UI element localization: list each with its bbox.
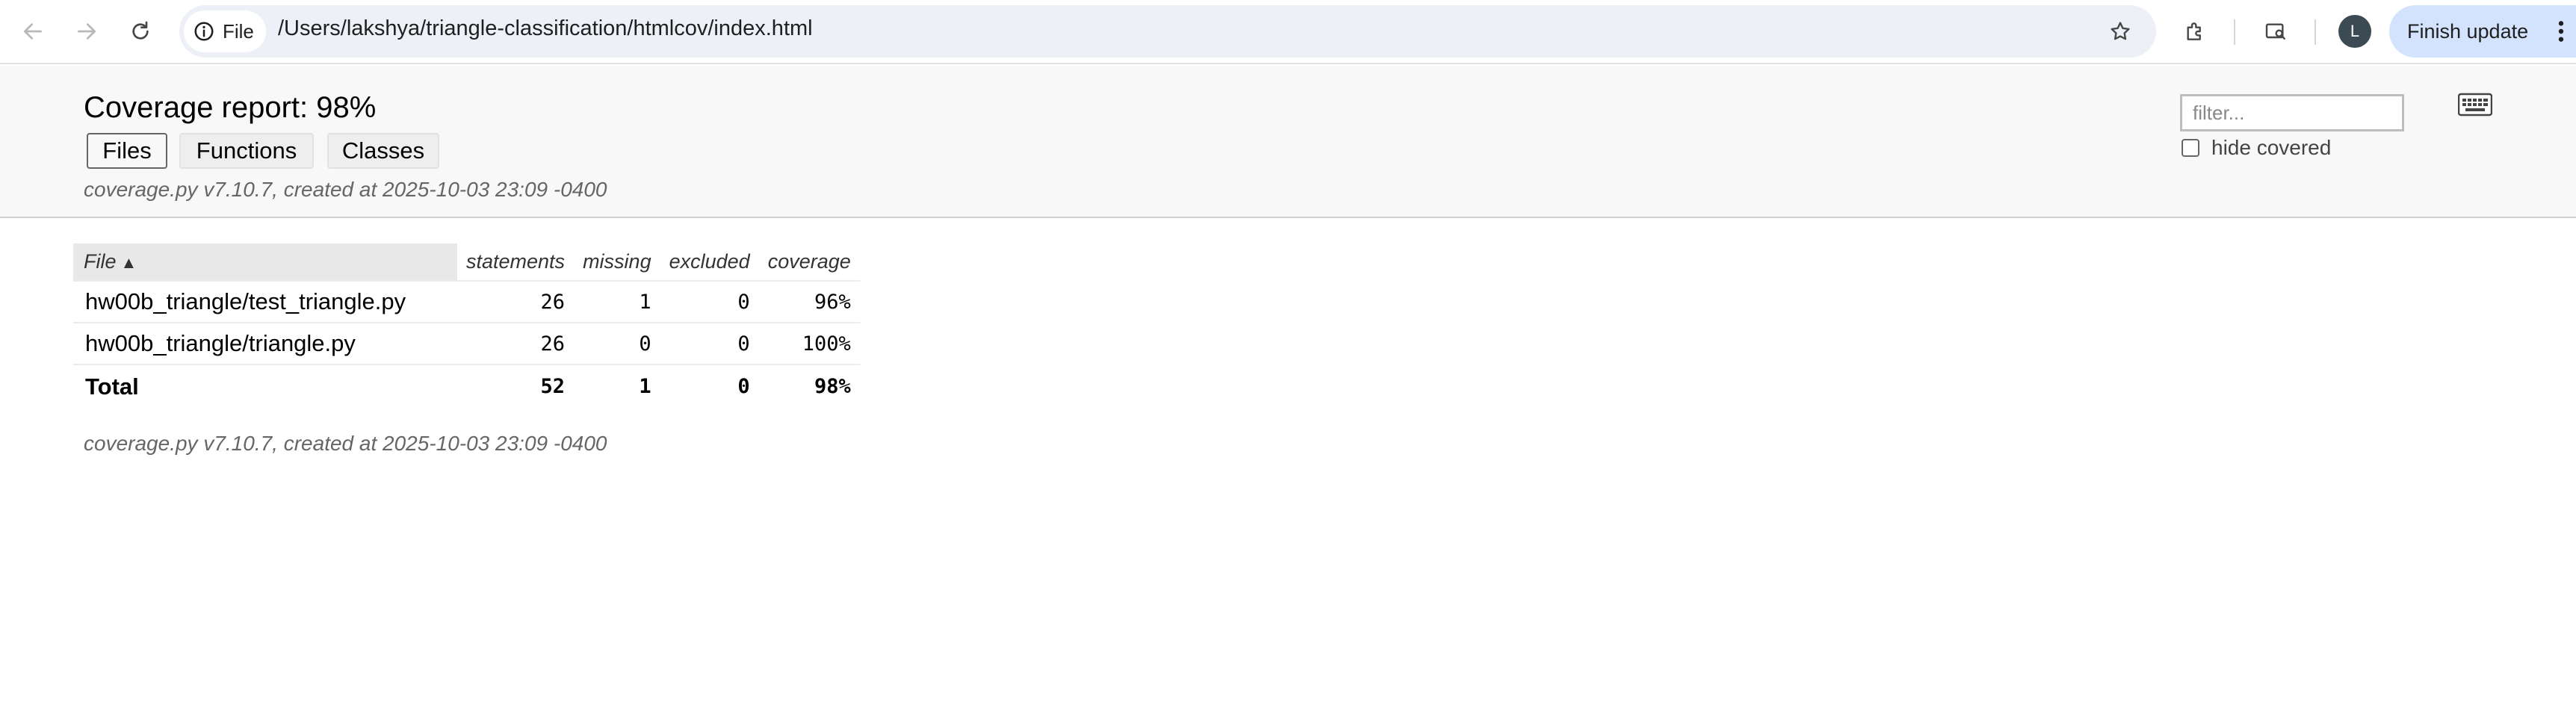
- tab-classes[interactable]: Classes: [327, 133, 439, 169]
- table-row: hw00b_triangle/test_triangle.py 26 1 0 9…: [73, 280, 860, 323]
- total-excluded: 0: [660, 364, 759, 408]
- total-row: Total 52 1 0 98%: [73, 364, 860, 408]
- table-row: hw00b_triangle/triangle.py 26 0 0 100%: [73, 322, 860, 364]
- coverage-table: File ▲ statements missing excluded covera…: [73, 243, 860, 408]
- extensions-button[interactable]: [2176, 12, 2214, 51]
- forward-icon: [78, 23, 96, 40]
- total-coverage: 98%: [758, 364, 860, 408]
- search-tabs-icon: [2265, 23, 2285, 40]
- info-icon: [194, 22, 214, 41]
- more-vert-icon: [2558, 21, 2564, 42]
- hide-covered-label[interactable]: hide covered: [2211, 136, 2331, 160]
- site-info-label: File: [223, 19, 254, 43]
- profile-avatar[interactable]: L: [2338, 15, 2371, 48]
- column-header-statements[interactable]: statements: [457, 243, 574, 281]
- keyboard-icon[interactable]: [2458, 93, 2492, 117]
- tab-functions[interactable]: Functions: [179, 133, 314, 169]
- bookmark-button[interactable]: [2101, 12, 2140, 51]
- page-title: Coverage report: 98%: [84, 91, 377, 124]
- missing-cell: 0: [574, 322, 660, 364]
- file-link[interactable]: hw00b_triangle/triangle.py: [73, 322, 457, 364]
- toolbar-divider: [2234, 19, 2235, 45]
- star-icon: [2111, 22, 2130, 40]
- filter-input[interactable]: [2180, 94, 2404, 131]
- file-link[interactable]: hw00b_triangle/test_triangle.py: [73, 280, 457, 323]
- hide-covered-toggle[interactable]: hide covered: [2182, 136, 2331, 160]
- footer-created-info: coverage.py v7.10.7, created at 2025-10-…: [84, 432, 607, 455]
- column-header-file-label: File: [84, 250, 117, 273]
- extensions-icon: [2187, 22, 2201, 40]
- reload-button[interactable]: [121, 12, 160, 51]
- statements-cell: 26: [457, 322, 575, 364]
- statements-cell: 26: [457, 280, 575, 323]
- column-header-missing[interactable]: missing: [574, 243, 660, 281]
- url-text[interactable]: /Users/lakshya/triangle-classification/h…: [278, 16, 813, 41]
- total-statements: 52: [457, 364, 575, 408]
- column-header-coverage[interactable]: coverage: [759, 243, 860, 281]
- table-header-row: File ▲ statements missing excluded covera…: [73, 243, 860, 281]
- created-info: coverage.py v7.10.7, created at 2025-10-…: [84, 178, 607, 201]
- toolbar-divider: [2315, 19, 2316, 45]
- finish-update-button[interactable]: Finish update: [2389, 5, 2576, 58]
- hide-covered-checkbox[interactable]: [2182, 139, 2199, 157]
- coverage-cell: 96%: [758, 280, 860, 323]
- finish-update-label: Finish update: [2407, 19, 2529, 43]
- total-missing: 1: [574, 364, 660, 408]
- total-label: Total: [73, 364, 457, 408]
- reload-icon: [132, 21, 149, 40]
- back-button[interactable]: [13, 12, 52, 51]
- tab-files[interactable]: Files: [87, 133, 167, 169]
- column-header-file[interactable]: File ▲: [73, 243, 457, 281]
- column-header-excluded[interactable]: excluded: [660, 243, 759, 281]
- excluded-cell: 0: [660, 280, 759, 323]
- forward-button[interactable]: [67, 12, 106, 51]
- report-header: Coverage report: 98% Files Functions Cla…: [0, 66, 2576, 218]
- search-tabs-button[interactable]: [2256, 12, 2295, 51]
- excluded-cell: 0: [660, 322, 759, 364]
- browser-toolbar: File /Users/lakshya/triangle-classificat…: [0, 0, 2576, 64]
- missing-cell: 1: [574, 280, 660, 323]
- back-icon: [24, 23, 42, 40]
- site-info-chip[interactable]: File: [184, 10, 266, 52]
- sort-ascending-icon: ▲: [120, 253, 137, 272]
- coverage-cell: 100%: [758, 322, 860, 364]
